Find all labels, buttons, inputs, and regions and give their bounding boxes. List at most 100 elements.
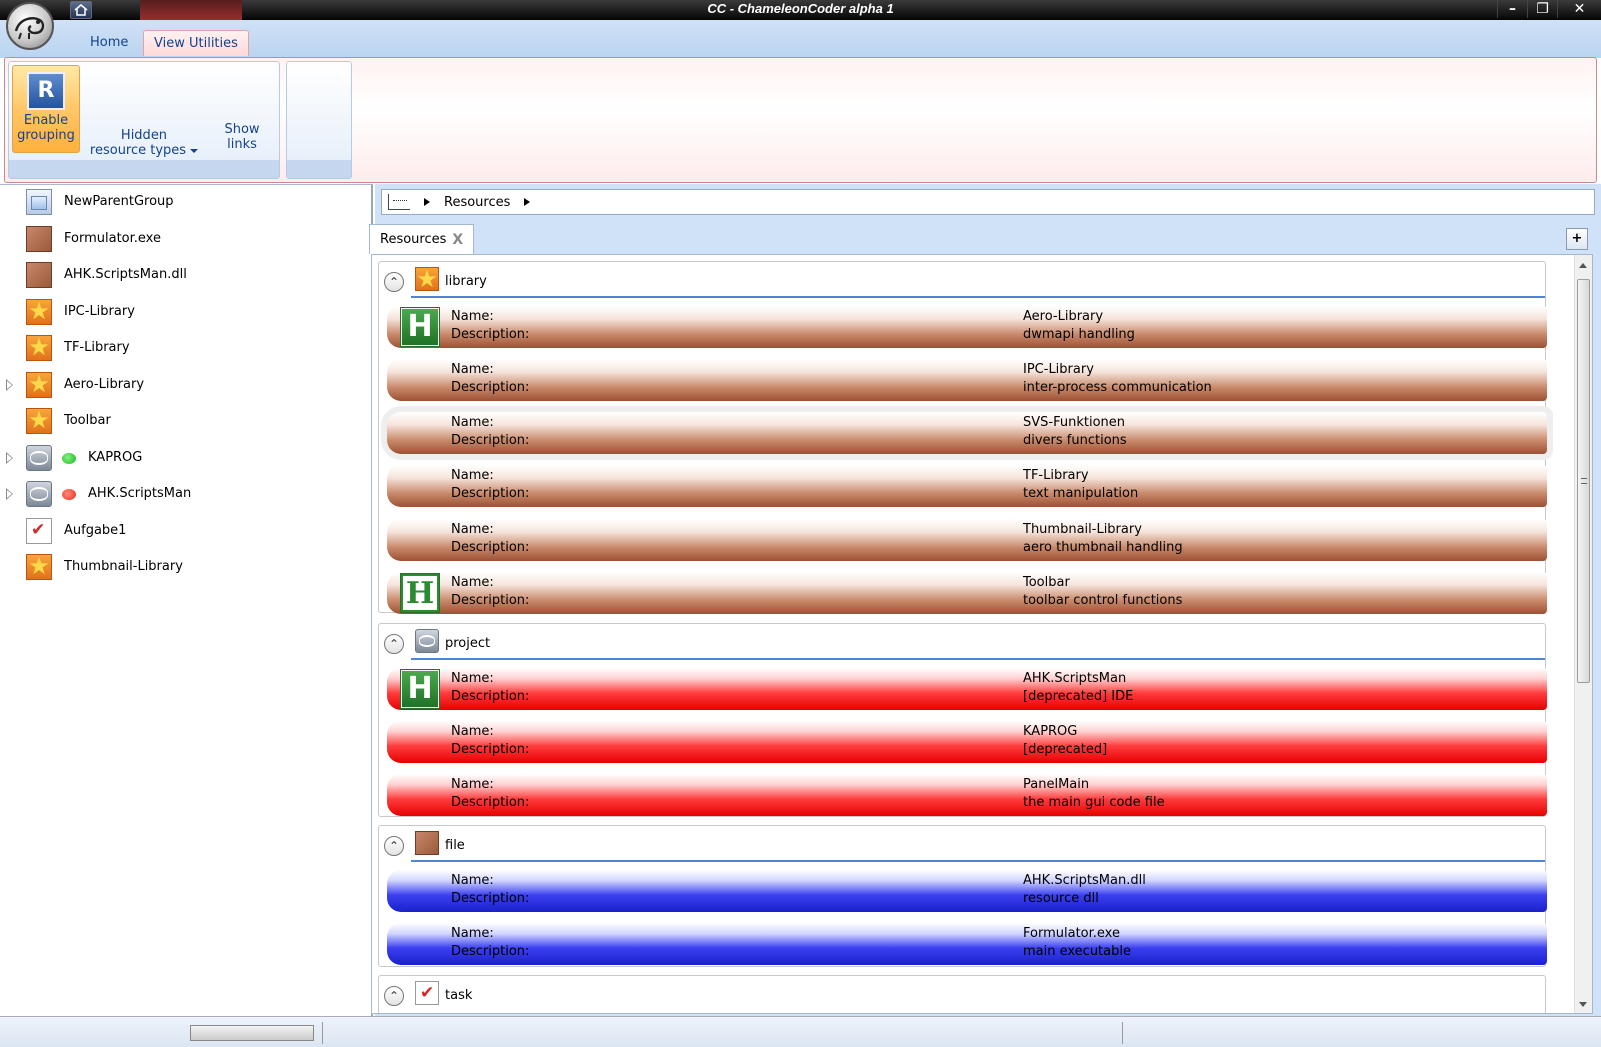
name-label: Name: — [451, 309, 494, 324]
show-links-button[interactable]: Show links — [219, 122, 265, 152]
breadcrumb-arrow-icon[interactable] — [524, 198, 531, 206]
scroll-up-icon[interactable] — [1579, 263, 1587, 268]
application-menu-button[interactable] — [6, 2, 54, 50]
resource-description: aero thumbnail handling — [1023, 540, 1183, 555]
group-header: ⌃ library — [379, 262, 1545, 300]
expand-arrow-icon[interactable] — [6, 488, 13, 500]
resource-name: SVS-Funktionen — [1023, 415, 1126, 430]
ribbon-group-footer — [287, 160, 351, 178]
close-button[interactable]: ✕ — [1557, 0, 1601, 18]
tree-item[interactable]: IPC-Library — [0, 295, 370, 329]
resource-description: main executable — [1023, 944, 1131, 959]
add-tab-button[interactable]: + — [1566, 228, 1588, 250]
collapse-icon[interactable]: ⌃ — [384, 836, 404, 856]
resource-item[interactable]: H Name: Description: Toolbar toolbar con… — [387, 572, 1547, 614]
tree-item[interactable]: Thumbnail-Library — [0, 550, 370, 584]
status-green-icon — [62, 453, 76, 464]
resource-name: PanelMain — [1023, 777, 1090, 792]
resource-item[interactable]: Name: Description: Thumbnail-Library aer… — [387, 519, 1547, 561]
tree-item[interactable]: AHK.ScriptsMan.dll — [0, 258, 370, 292]
tree-item-label: NewParentGroup — [64, 194, 174, 209]
resource-name: Toolbar — [1023, 575, 1070, 590]
hidden-resource-types-dropdown[interactable]: Hidden resource types — [89, 128, 199, 158]
minimize-button[interactable]: – — [1497, 0, 1527, 18]
expand-arrow-icon[interactable] — [6, 379, 13, 391]
ribbon-group-view: R Enable grouping Hidden resource types … — [8, 61, 280, 179]
expand-arrow-icon[interactable] — [6, 452, 13, 464]
tree-item[interactable]: KAPROG — [0, 441, 370, 475]
file-icon — [26, 226, 52, 252]
description-label: Description: — [451, 944, 530, 959]
tree-item[interactable]: Toolbar — [0, 404, 370, 438]
resource-item[interactable]: Name: Description: PanelMain the main gu… — [387, 774, 1547, 816]
tree-item[interactable]: AHK.ScriptsMan — [0, 477, 370, 511]
tab-view-utilities[interactable]: View Utilities — [143, 30, 249, 56]
maximize-button[interactable]: ❐ — [1527, 0, 1557, 18]
tree-item[interactable]: Aero-Library — [0, 368, 370, 402]
file-icon — [26, 262, 52, 288]
resource-item[interactable]: Name: Description: KAPROG [deprecated] — [387, 721, 1547, 763]
resource-item[interactable]: Name: Description: AHK.ScriptsMan.dll re… — [387, 870, 1547, 912]
group-divider — [411, 296, 1545, 298]
tree-item-label: Thumbnail-Library — [64, 559, 183, 574]
close-tab-icon[interactable]: X — [452, 232, 463, 248]
resource-description: toolbar control functions — [1023, 593, 1183, 608]
resource-name: AHK.ScriptsMan — [1023, 671, 1127, 686]
resource-tree: NewParentGroup Formulator.exe AHK.Script… — [0, 184, 373, 1016]
description-label: Description: — [451, 380, 530, 395]
group-header: ⌃ project — [379, 624, 1545, 662]
breadcrumb-segment-resources[interactable]: Resources — [444, 195, 510, 210]
breadcrumb-root-icon[interactable] — [388, 194, 410, 210]
breadcrumb-arrow-icon[interactable] — [424, 198, 430, 206]
group-title: file — [445, 838, 465, 853]
grouping-icon: R — [27, 72, 65, 110]
name-label: Name: — [451, 575, 494, 590]
file-icon — [415, 831, 439, 855]
collapse-icon[interactable]: ⌃ — [384, 634, 404, 654]
resource-item[interactable]: Name: Description: TF-Library text manip… — [387, 465, 1547, 507]
resource-name: Thumbnail-Library — [1023, 522, 1142, 537]
group-title: task — [445, 988, 473, 1003]
resource-name: Aero-Library — [1023, 309, 1104, 324]
enable-grouping-button[interactable]: R Enable grouping — [12, 65, 80, 153]
name-label: Name: — [451, 671, 494, 686]
resource-name: Formulator.exe — [1023, 926, 1120, 941]
resource-item[interactable]: Name: Description: IPC-Library inter-pro… — [387, 359, 1547, 401]
resource-description: dwmapi handling — [1023, 327, 1135, 342]
enable-grouping-label-2: grouping — [17, 128, 75, 143]
resource-item[interactable]: Name: Description: SVS-Funktionen divers… — [387, 412, 1547, 454]
resource-list: ⌃ library H Name: Description: Aero-Libr… — [371, 254, 1593, 1014]
resource-item[interactable]: H Name: Description: AHK.ScriptsMan [dep… — [387, 668, 1547, 710]
tree-item[interactable]: Aufgabe1 — [0, 514, 370, 548]
vertical-scrollbar[interactable] — [1574, 255, 1592, 1013]
scroll-down-icon[interactable] — [1579, 1002, 1587, 1007]
tree-item[interactable]: NewParentGroup — [0, 185, 370, 219]
name-label: Name: — [451, 724, 494, 739]
description-label: Description: — [451, 486, 530, 501]
resource-description: inter-process communication — [1023, 380, 1212, 395]
collapse-icon[interactable]: ⌃ — [384, 986, 404, 1006]
resource-item[interactable]: Name: Description: Formulator.exe main e… — [387, 923, 1547, 965]
resource-name: KAPROG — [1023, 724, 1078, 739]
tab-resources[interactable]: Resources X — [369, 224, 475, 254]
name-label: Name: — [451, 926, 494, 941]
star-icon — [26, 372, 52, 398]
resource-item[interactable]: H Name: Description: Aero-Library dwmapi… — [387, 306, 1547, 348]
group-title: project — [445, 636, 491, 651]
tree-item[interactable]: TF-Library — [0, 331, 370, 365]
tree-item[interactable]: Formulator.exe — [0, 222, 370, 256]
task-icon — [26, 518, 52, 544]
group-title: library — [445, 274, 487, 289]
name-label: Name: — [451, 415, 494, 430]
group-divider — [411, 860, 1545, 862]
status-red-icon — [62, 489, 76, 500]
tree-item-label: AHK.ScriptsMan — [88, 486, 192, 501]
star-icon — [26, 335, 52, 361]
hidden-resource-types-label-1: Hidden — [120, 128, 168, 143]
name-label: Name: — [451, 777, 494, 792]
collapse-icon[interactable]: ⌃ — [384, 272, 404, 292]
scrollbar-thumb[interactable] — [1577, 279, 1590, 683]
ahk-h-icon: H — [401, 670, 439, 708]
description-label: Description: — [451, 593, 530, 608]
tab-home[interactable]: Home — [80, 30, 138, 56]
